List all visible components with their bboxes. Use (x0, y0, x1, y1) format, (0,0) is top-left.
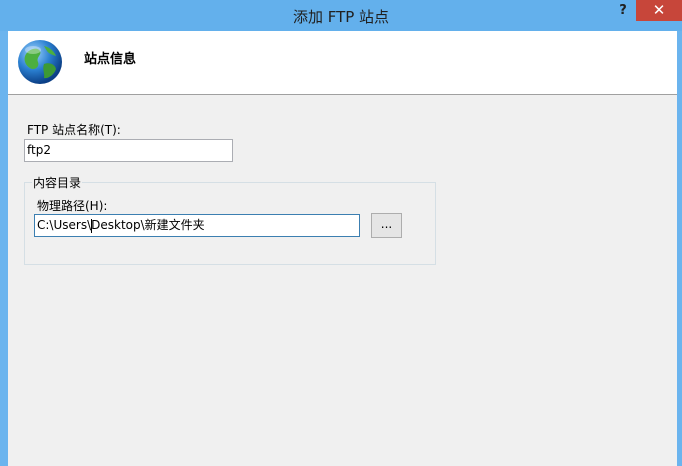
dialog-window: 添加 FTP 站点 ? ✕ 站点信息 FTP 站点名称(T): ftp2 内容目… (0, 0, 682, 466)
help-button[interactable]: ? (610, 0, 636, 22)
globe-icon (18, 40, 62, 84)
content-directory-label: 内容目录 (32, 174, 83, 191)
dialog-body: 站点信息 FTP 站点名称(T): ftp2 内容目录 物理路径(H): C:\… (8, 31, 677, 466)
wizard-header: 站点信息 (8, 31, 677, 95)
site-name-label: FTP 站点名称(T): (27, 123, 121, 137)
path-text-before-caret: C:\Users\ (37, 218, 92, 232)
close-icon: ✕ (652, 1, 666, 19)
path-text-after-caret: Desktop\新建文件夹 (91, 218, 205, 232)
physical-path-label: 物理路径(H): (37, 199, 108, 213)
window-title: 添加 FTP 站点 (292, 8, 390, 26)
title-bar[interactable]: 添加 FTP 站点 ? ✕ (0, 0, 682, 31)
physical-path-input[interactable]: C:\Users\Desktop\新建文件夹 (34, 214, 360, 237)
page-title: 站点信息 (84, 52, 137, 67)
site-name-input[interactable]: ftp2 (24, 139, 233, 162)
close-button[interactable]: ✕ (636, 0, 682, 21)
browse-button[interactable]: ... (371, 213, 402, 238)
